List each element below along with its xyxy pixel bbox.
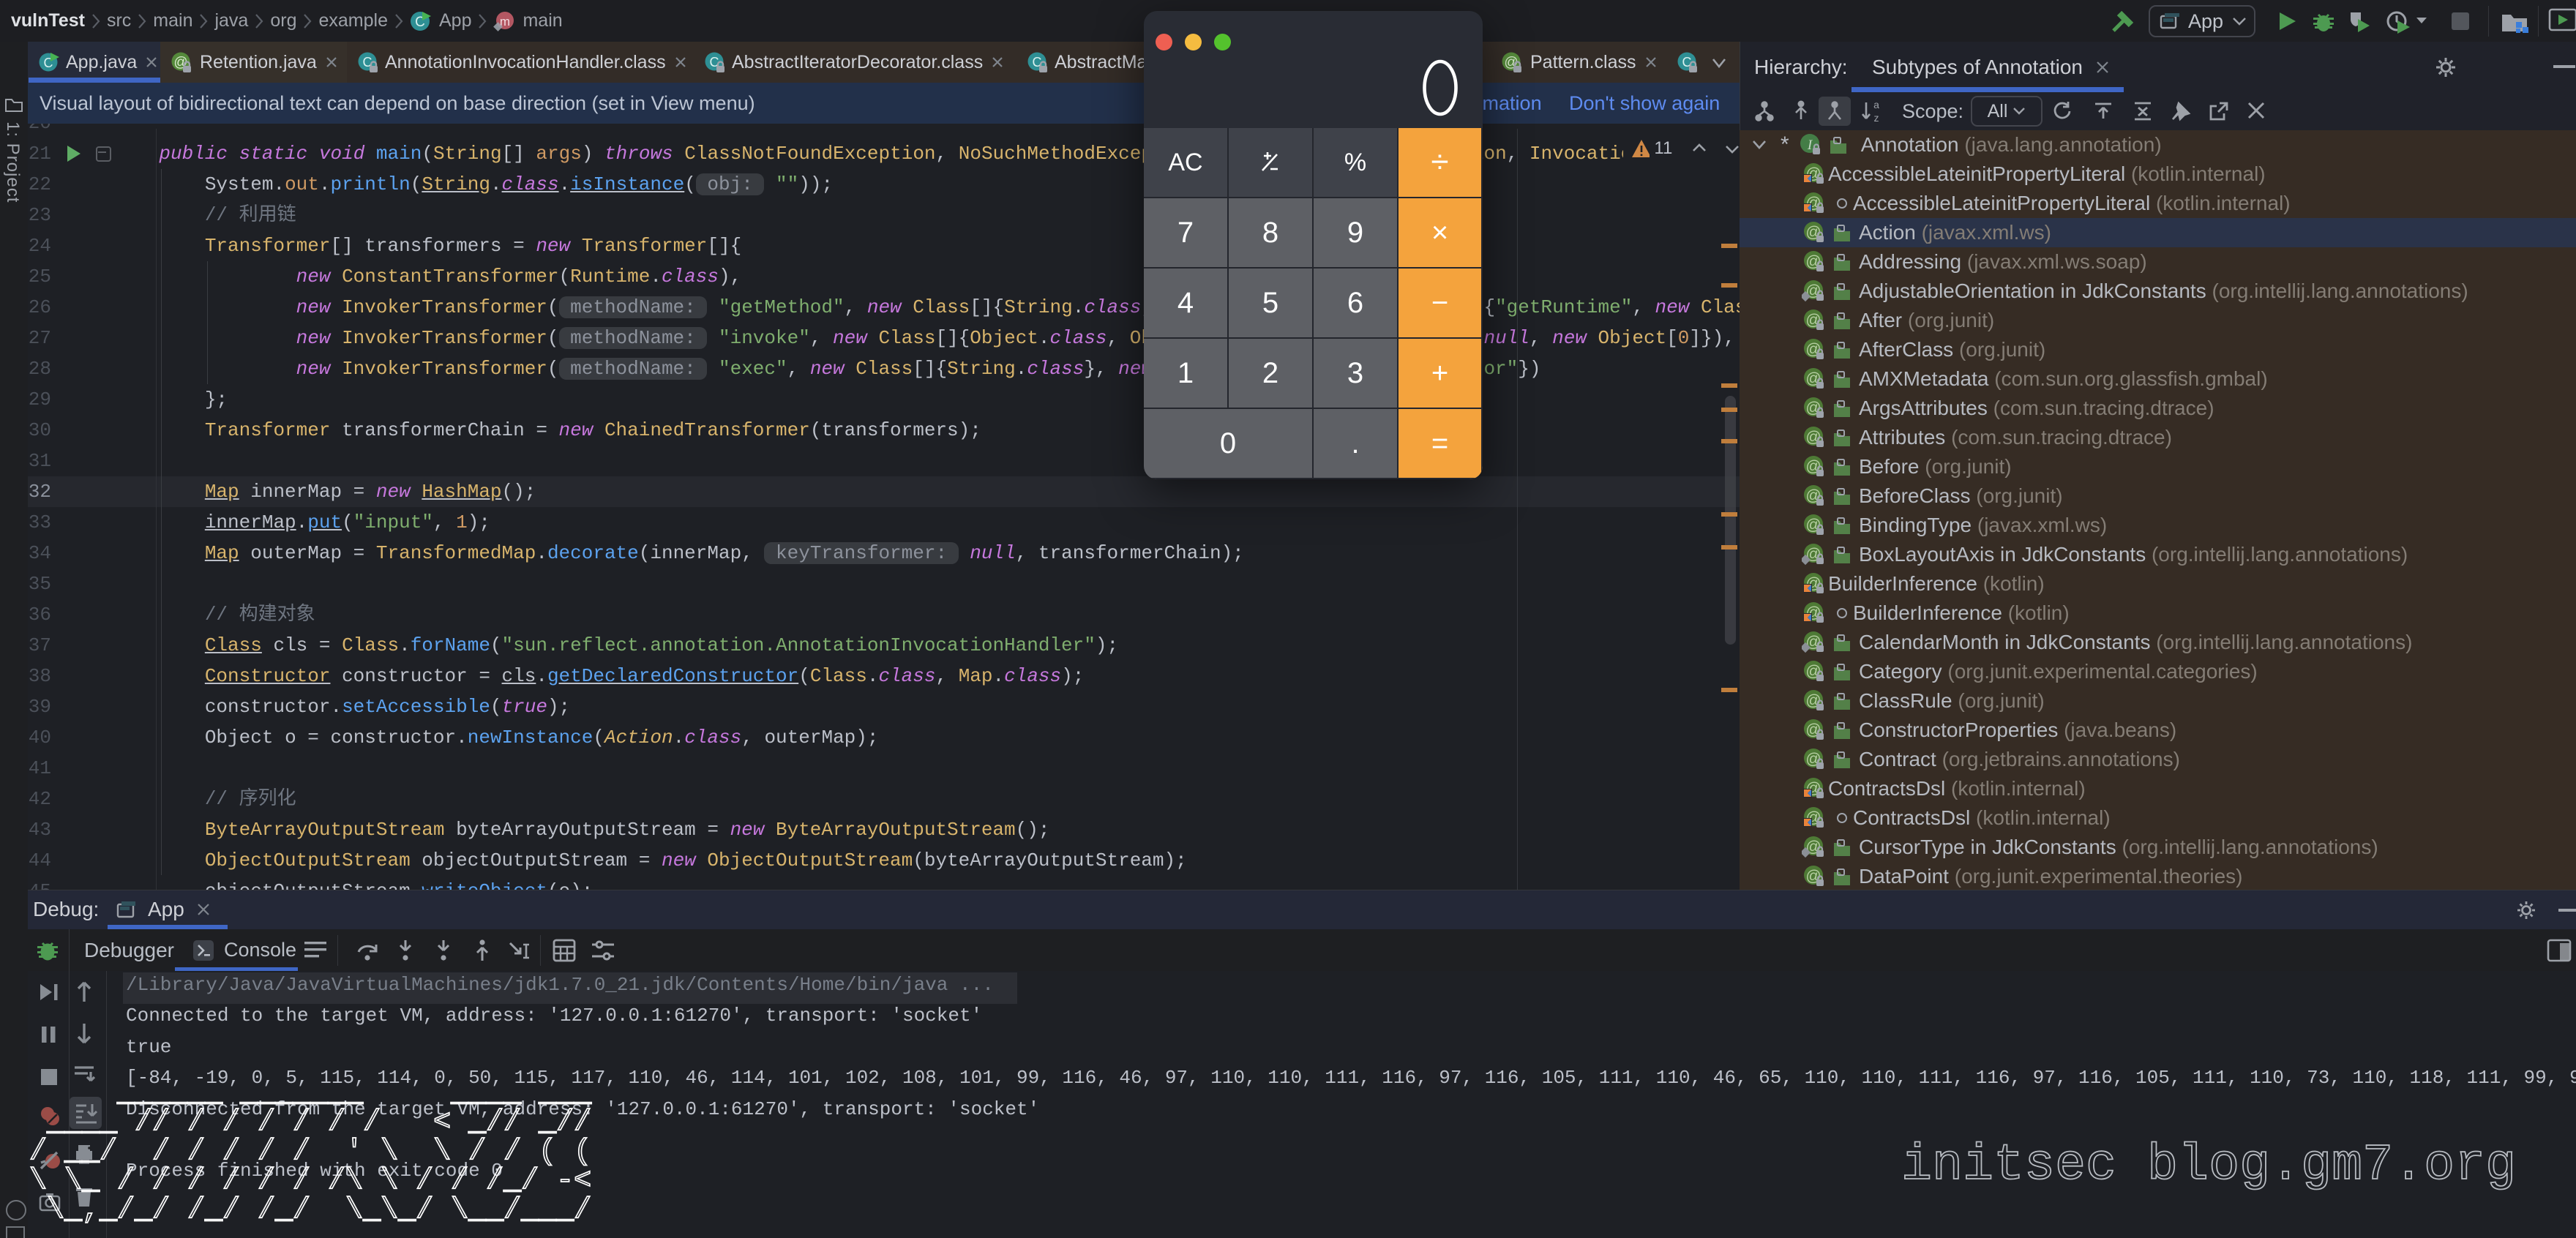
svg-text:z: z [1874, 112, 1879, 123]
svg-text:a: a [1873, 100, 1879, 110]
